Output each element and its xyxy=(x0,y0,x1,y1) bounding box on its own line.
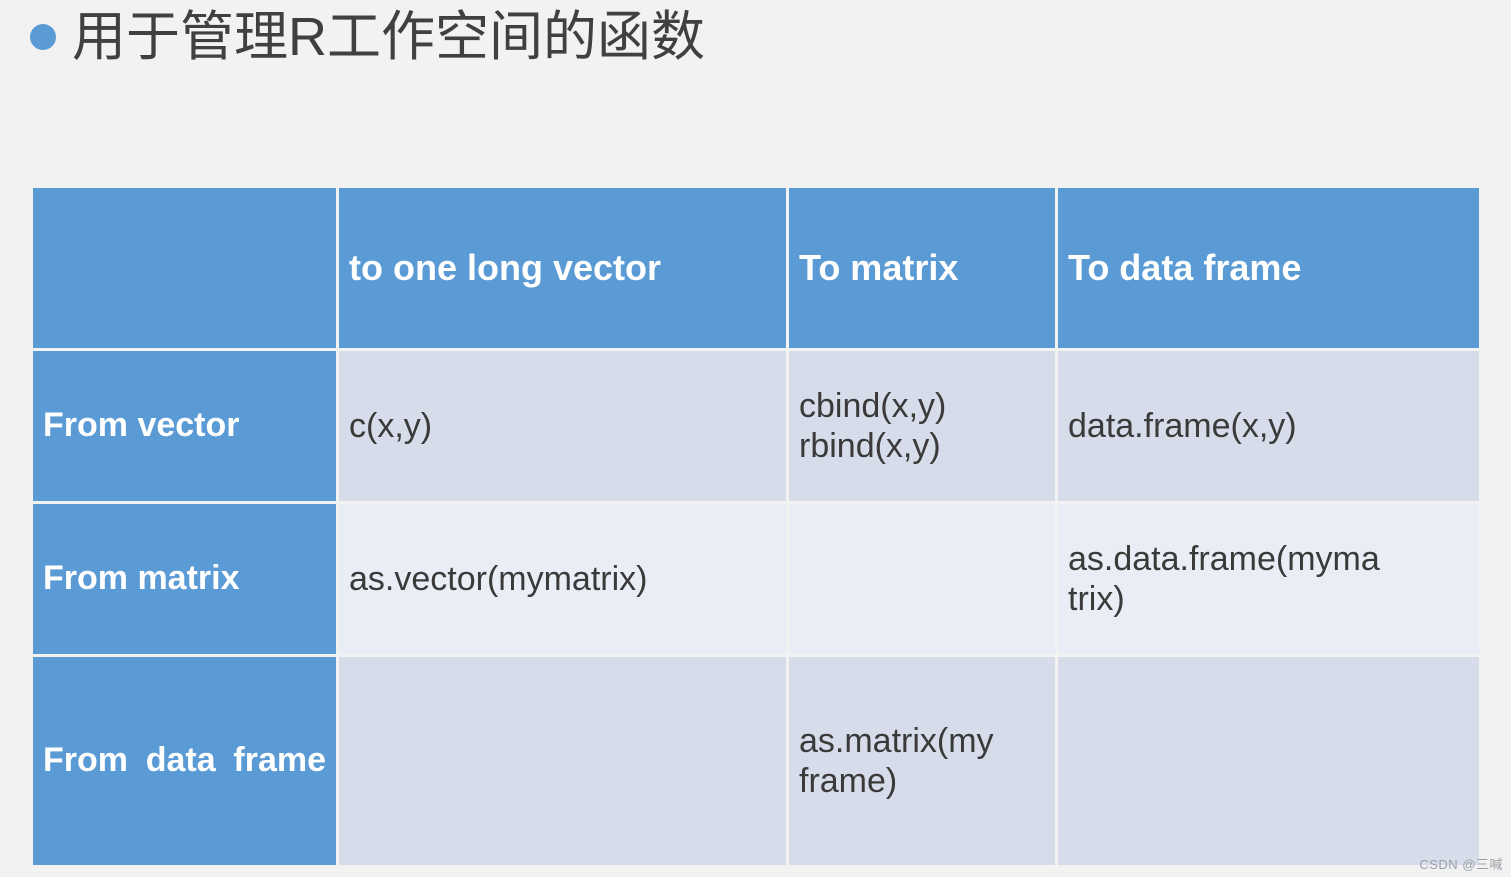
row-header-from-vector: From vector xyxy=(33,351,336,501)
table-header-to-data-frame: To data frame xyxy=(1058,188,1479,348)
cell-line: as.data.frame(myma xyxy=(1068,539,1380,578)
cell-from-matrix-to-data-frame: as.data.frame(myma trix) xyxy=(1058,504,1479,654)
table-header-to-matrix: To matrix xyxy=(789,188,1055,348)
page-title: 用于管理R工作空间的函数 xyxy=(30,6,705,68)
table: to one long vector To matrix To data fra… xyxy=(30,185,1482,868)
page-title-text: 用于管理R工作空间的函数 xyxy=(72,7,705,67)
table-header-to-one-long-vector: to one long vector xyxy=(339,188,786,348)
row-header-from-matrix: From matrix xyxy=(33,504,336,654)
table-header-row: to one long vector To matrix To data fra… xyxy=(33,188,1479,348)
cell-line: frame) xyxy=(799,762,898,800)
cell-line: c(x,y) xyxy=(349,406,433,445)
table-row: From vector c(x,y) cbind(x,y) rbind(x,y) … xyxy=(33,351,1479,501)
cell-line: trix) xyxy=(1068,580,1125,618)
table-row: From matrix as.vector(mymatrix) as.data.… xyxy=(33,504,1479,654)
bullet-icon xyxy=(30,24,56,51)
cell-line: cbind(x,y) xyxy=(799,386,947,425)
cell-from-matrix-to-vector: as.vector(mymatrix) xyxy=(339,504,786,654)
cell-line: rbind(x,y) xyxy=(799,427,941,465)
cell-line: data.frame(x,y) xyxy=(1068,406,1297,445)
cell-from-data-frame-to-matrix: as.matrix(my frame) xyxy=(789,657,1055,865)
cell-from-data-frame-to-data-frame xyxy=(1058,657,1479,865)
row-header-from-data-frame: From data frame xyxy=(33,657,336,865)
cell-from-data-frame-to-vector xyxy=(339,657,786,865)
cell-line: as.vector(mymatrix) xyxy=(349,559,648,598)
table-header-corner xyxy=(33,188,336,348)
watermark: CSDN @三喊 xyxy=(1419,857,1503,872)
r-functions-table: to one long vector To matrix To data fra… xyxy=(30,185,1479,865)
cell-from-vector-to-data-frame: data.frame(x,y) xyxy=(1058,351,1479,501)
cell-from-vector-to-matrix: cbind(x,y) rbind(x,y) xyxy=(789,351,1055,501)
cell-line: as.matrix(my xyxy=(799,721,994,760)
cell-from-matrix-to-matrix xyxy=(789,504,1055,654)
table-row: From data frame as.matrix(my frame) xyxy=(33,657,1479,865)
cell-from-vector-to-vector: c(x,y) xyxy=(339,351,786,501)
